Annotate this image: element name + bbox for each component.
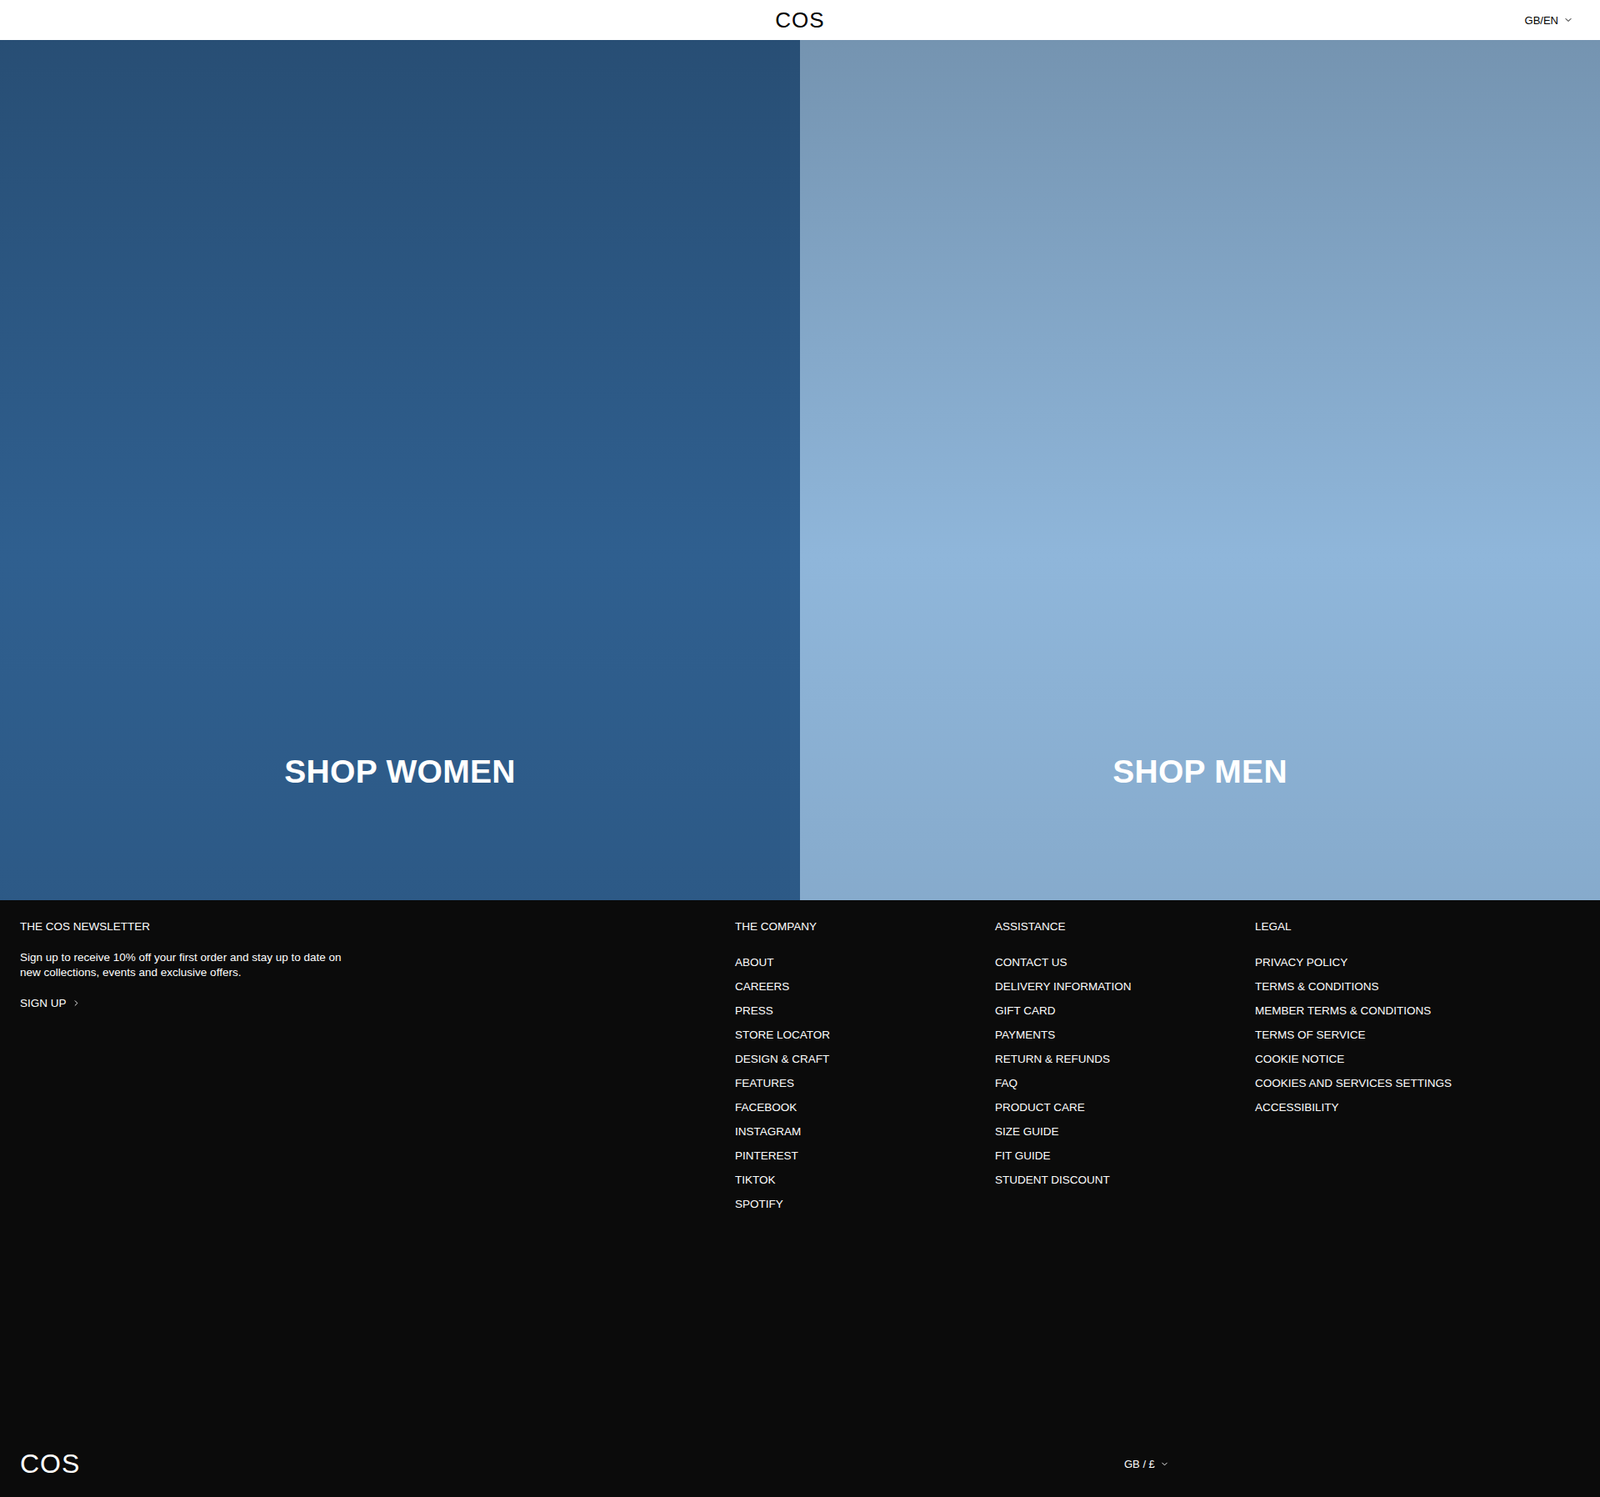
footer-logo[interactable]: COS xyxy=(20,1449,1125,1479)
footer-link[interactable]: TIKTOK xyxy=(735,1167,995,1192)
footer-link[interactable]: SPOTIFY xyxy=(735,1191,995,1216)
footer-link[interactable]: PAYMENTS xyxy=(995,1022,1255,1047)
chevron-down-icon xyxy=(1160,1459,1170,1469)
footer-link[interactable]: PRESS xyxy=(735,998,995,1023)
footer-link[interactable]: COOKIE NOTICE xyxy=(1255,1046,1580,1071)
footer-link[interactable]: CAREERS xyxy=(735,974,995,999)
hero-label: SHOP MEN xyxy=(1112,753,1288,790)
sign-up-button[interactable]: SIGN UP xyxy=(20,996,81,1010)
footer-link[interactable]: TERMS OF SERVICE xyxy=(1255,1022,1580,1047)
footer-link[interactable]: RETURN & REFUNDS xyxy=(995,1046,1255,1071)
footer-column: LEGAL PRIVACY POLICYTERMS & CONDITIONSMEM… xyxy=(1255,919,1580,1216)
footer-link[interactable]: FAQ xyxy=(995,1070,1255,1095)
newsletter: THE COS NEWSLETTER Sign up to receive 10%… xyxy=(20,919,735,1216)
page: COS GB/EN SHOP WOMEN SHOP MEN THE COS NEWSLE… xyxy=(0,0,1600,1497)
footer-link[interactable]: FACEBOOK xyxy=(735,1095,995,1120)
footer-link[interactable]: PRIVACY POLICY xyxy=(1255,950,1580,975)
newsletter-title: THE COS NEWSLETTER xyxy=(20,919,735,935)
footer-column: THE COMPANY ABOUTCAREERSPRESSSTORE LOCATO… xyxy=(735,919,995,1216)
newsletter-text: Sign up to receive 10% off your first or… xyxy=(20,950,362,980)
hero-panel[interactable]: SHOP MEN xyxy=(800,40,1600,900)
locale-selector[interactable]: GB/EN xyxy=(1518,10,1580,30)
column-title: LEGAL xyxy=(1255,919,1580,935)
hero: SHOP WOMEN SHOP MEN xyxy=(0,40,1600,900)
footer-link[interactable]: STUDENT DISCOUNT xyxy=(995,1167,1255,1192)
column-title: THE COMPANY xyxy=(735,919,995,935)
footer-link[interactable]: GIFT CARD xyxy=(995,998,1255,1023)
chevron-down-icon xyxy=(1563,15,1574,25)
footer-link[interactable]: CONTACT US xyxy=(995,950,1255,975)
footer-link[interactable]: ACCESSIBILITY xyxy=(1255,1095,1580,1120)
footer-link[interactable]: MEMBER TERMS & CONDITIONS xyxy=(1255,998,1580,1023)
footer-link[interactable]: INSTAGRAM xyxy=(735,1119,995,1144)
footer-link[interactable]: COOKIES AND SERVICES SETTINGS xyxy=(1255,1070,1580,1095)
footer-link[interactable]: STORE LOCATOR xyxy=(735,1022,995,1047)
footer-link[interactable]: DESIGN & CRAFT xyxy=(735,1046,995,1071)
column-title: ASSISTANCE xyxy=(995,919,1255,935)
footer-column: ASSISTANCE CONTACT USDELIVERY INFORMATION… xyxy=(995,919,1255,1216)
footer-bottom: COSGB / £ xyxy=(20,1449,1580,1479)
chevron-right-icon xyxy=(71,998,81,1008)
footer: THE COS NEWSLETTER Sign up to receive 10%… xyxy=(0,900,1600,1497)
hero-label: SHOP WOMEN xyxy=(284,753,515,790)
footer-grid: THE COS NEWSLETTER Sign up to receive 10%… xyxy=(20,919,1580,1216)
logo[interactable]: COS xyxy=(775,8,825,33)
currency-selector[interactable]: GB / £ xyxy=(1124,1457,1170,1470)
footer-link[interactable]: FEATURES xyxy=(735,1070,995,1095)
footer-link[interactable]: SIZE GUIDE xyxy=(995,1119,1255,1144)
footer-link[interactable]: DELIVERY INFORMATION xyxy=(995,974,1255,999)
footer-link[interactable]: TERMS & CONDITIONS xyxy=(1255,974,1580,999)
footer-link[interactable]: PRODUCT CARE xyxy=(995,1095,1255,1120)
header: COS GB/EN xyxy=(0,0,1600,40)
footer-link[interactable]: PINTEREST xyxy=(735,1143,995,1168)
hero-panel[interactable]: SHOP WOMEN xyxy=(0,40,800,900)
footer-link[interactable]: ABOUT xyxy=(735,950,995,975)
footer-link[interactable]: FIT GUIDE xyxy=(995,1143,1255,1168)
